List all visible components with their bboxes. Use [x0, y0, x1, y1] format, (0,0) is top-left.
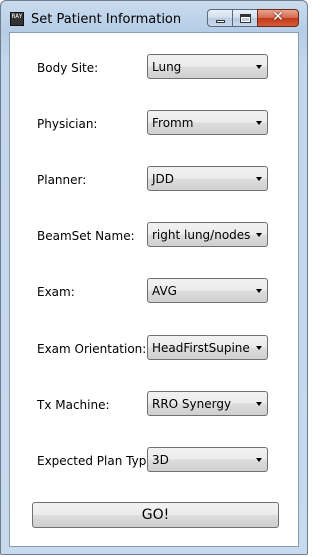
expected-plan-type-value: 3D	[152, 453, 169, 467]
minimize-icon	[216, 20, 225, 23]
physician-label: Physician:	[37, 117, 98, 131]
expected-plan-type-dropdown[interactable]: 3D	[147, 447, 268, 472]
tx-machine-value: RRO Synergy	[152, 397, 232, 411]
exam-dropdown[interactable]: AVG	[147, 278, 268, 303]
beamset-name-dropdown[interactable]: right lung/nodes	[147, 222, 268, 247]
expected-plan-type-label: Expected Plan Type:	[37, 454, 158, 468]
chevron-down-icon	[256, 233, 262, 237]
body-site-label: Body Site:	[37, 61, 99, 75]
beamset-name-label: BeamSet Name:	[37, 229, 135, 243]
physician-dropdown[interactable]: Fromm	[147, 110, 268, 135]
physician-value: Fromm	[152, 116, 194, 130]
title-bar[interactable]: RAY Set Patient Information ✕	[1, 1, 307, 33]
app-icon: RAY	[10, 12, 24, 26]
exam-value: AVG	[152, 284, 177, 298]
form-panel: Body Site: Lung Physician: Fromm Planner…	[9, 32, 299, 547]
chevron-down-icon	[256, 402, 262, 406]
minimize-button[interactable]	[207, 9, 233, 27]
caption-buttons: ✕	[207, 9, 299, 27]
chevron-down-icon	[256, 458, 262, 462]
window-title: Set Patient Information	[31, 12, 182, 27]
chevron-down-icon	[256, 177, 262, 181]
beamset-name-value: right lung/nodes	[152, 228, 251, 242]
go-button[interactable]: GO!	[32, 502, 279, 528]
exam-label: Exam:	[37, 285, 75, 299]
planner-label: Planner:	[37, 173, 87, 187]
planner-value: JDD	[152, 172, 175, 186]
tx-machine-dropdown[interactable]: RRO Synergy	[147, 391, 268, 416]
body-site-dropdown[interactable]: Lung	[147, 54, 268, 79]
dialog-window: RAY Set Patient Information ✕ Body Site:…	[0, 0, 308, 555]
body-site-value: Lung	[152, 60, 182, 74]
chevron-down-icon	[256, 346, 262, 350]
close-icon: ✕	[272, 9, 284, 25]
chevron-down-icon	[256, 289, 262, 293]
exam-orientation-dropdown[interactable]: HeadFirstSupine	[147, 335, 268, 360]
planner-dropdown[interactable]: JDD	[147, 166, 268, 191]
chevron-down-icon	[256, 121, 262, 125]
exam-orientation-label: Exam Orientation:	[37, 342, 147, 356]
maximize-button[interactable]	[232, 9, 258, 27]
close-button[interactable]: ✕	[257, 9, 299, 27]
chevron-down-icon	[256, 65, 262, 69]
exam-orientation-value: HeadFirstSupine	[152, 341, 250, 355]
tx-machine-label: Tx Machine:	[37, 398, 110, 412]
maximize-icon	[240, 14, 251, 23]
